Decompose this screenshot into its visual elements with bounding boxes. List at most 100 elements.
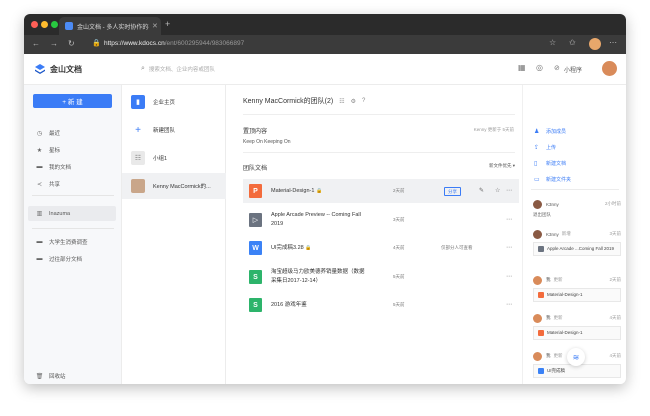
word-file-icon: W xyxy=(249,241,262,255)
reload-icon[interactable]: ↻ xyxy=(68,39,75,48)
file-row[interactable]: S 淘宝超级马力欧美德养销量数据（数据采集日2017-12-14） 5天前 ⋯ xyxy=(243,263,519,291)
favicon-icon xyxy=(65,22,73,30)
help-icon[interactable]: ? xyxy=(362,98,365,104)
avatar xyxy=(533,229,542,239)
plus-icon: + xyxy=(135,124,141,136)
activity-card-text: Material-Design-1 xyxy=(547,330,583,335)
activity-file-card[interactable]: UI完成稿 xyxy=(533,364,621,378)
sidebar-folder-survey[interactable]: ▬ 大学生消费调查 xyxy=(35,238,88,246)
minimize-window-button[interactable] xyxy=(41,21,48,28)
sidebar-item-trash[interactable]: 🗑 回收站 xyxy=(35,372,66,381)
sidebar-item-label: 大学生消费调查 xyxy=(49,240,88,246)
action-label: 上传 xyxy=(546,145,557,151)
file-name-text: UI完成稿3.28 xyxy=(271,245,304,251)
file-name: UI完成稿3.28 🔒 xyxy=(271,244,363,253)
apps-grid-icon[interactable]: ▦ xyxy=(518,63,526,72)
team-item-label: 新建团队 xyxy=(153,128,176,134)
more-icon[interactable]: ⋯ xyxy=(506,301,512,308)
mini-program-link[interactable]: 小程序 xyxy=(564,65,582,74)
activity-card-text: UI完成稿 xyxy=(547,368,565,373)
share-button[interactable]: 分享 xyxy=(444,187,461,196)
upload-action[interactable]: ⇪ 上传 xyxy=(534,144,556,151)
more-icon[interactable]: ⋯ xyxy=(506,187,512,194)
floating-help-button[interactable]: ≋ xyxy=(567,348,585,366)
team-item-label: 小组1 xyxy=(153,156,168,162)
sheet-file-icon: S xyxy=(249,270,262,284)
team-item-new-team[interactable]: + 新建团队 xyxy=(122,117,226,143)
favorites-icon[interactable]: ✩ xyxy=(569,38,576,47)
right-panel: ♟ 添加成员 ⇪ 上传 ▯ 新建文档 ▭ 新建文件夹 K3nny 2小时前 退出团队 K3… xyxy=(522,85,626,384)
sidebar-item-recent[interactable]: ◷ 最近 xyxy=(35,129,60,138)
user-avatar[interactable] xyxy=(602,61,617,76)
new-doc-action[interactable]: ▯ 新建文档 xyxy=(534,160,566,167)
browser-profile-avatar[interactable] xyxy=(589,38,601,50)
more-icon[interactable]: ⋯ xyxy=(506,244,512,251)
file-row[interactable]: W UI完成稿3.28 🔒 4天前 仅部分人可查看 ⋯ xyxy=(243,236,519,260)
more-menu-icon[interactable]: ⋯ xyxy=(609,38,617,47)
team-item-label: 企业主页 xyxy=(153,100,176,106)
sort-select[interactable]: 新文件优先 ▾ xyxy=(489,163,515,169)
browser-tab[interactable]: 金山文档 - 多人实时协作的在线 ✕ xyxy=(59,17,161,35)
search-icon: ⌕ xyxy=(141,65,145,72)
activity-item: 我更新 4天前 Material-Design-1 xyxy=(533,313,621,340)
file-date: 5天前 xyxy=(393,274,405,279)
sidebar-item-workspace[interactable]: ▥ Inazuma xyxy=(28,206,116,221)
sidebar-item-my-docs[interactable]: ▬ 我的文档 xyxy=(35,163,72,171)
close-tab-icon[interactable]: ✕ xyxy=(152,22,158,30)
sidebar: + 新 建 ◷ 最近 ★ 星标 ▬ 我的文档 ≺ 共享 ▥ Inazuma ▬ 大学生消费调… xyxy=(24,85,122,384)
lock-icon: 🔒 xyxy=(315,188,323,194)
file-date: 3天前 xyxy=(393,217,405,222)
back-icon[interactable]: ← xyxy=(32,39,40,48)
edit-icon[interactable]: ✎ xyxy=(479,187,484,194)
main-content: Kenny MacCormick的团队(2) ☷ ⚙ ? 置顶内容 Kenny … xyxy=(226,85,522,384)
star-icon: ★ xyxy=(36,147,43,154)
new-tab-icon[interactable]: + xyxy=(165,19,170,29)
team-item-kenny[interactable]: Kenny MacCormick的... xyxy=(122,173,226,199)
add-member-action[interactable]: ♟ 添加成员 xyxy=(534,128,566,135)
upload-icon: ⇪ xyxy=(534,145,540,151)
team-item-enterprise-home[interactable]: ▮ 企业主页 xyxy=(122,89,226,115)
new-button[interactable]: + 新 建 xyxy=(33,94,112,108)
more-icon[interactable]: ⋯ xyxy=(506,216,512,223)
url-field[interactable]: https://www.kdocs.cn/ent/600295944/98306… xyxy=(104,40,244,47)
activity-action: 新增 xyxy=(561,231,571,236)
members-icon[interactable]: ☷ xyxy=(339,98,344,105)
ppt-file-icon: P xyxy=(249,184,262,198)
url-path: /ent/600295944/983066897 xyxy=(164,40,245,47)
forward-icon[interactable]: → xyxy=(50,39,58,48)
pinned-text[interactable]: Keep On Keeping On xyxy=(243,139,291,145)
activity-file-card[interactable]: Apple Arcade ...Coming Fall 2019 xyxy=(533,242,621,256)
new-folder-action[interactable]: ▭ 新建文件夹 xyxy=(534,176,571,183)
search-input[interactable]: ⌕ 搜索文档、企业内容或团队 xyxy=(141,62,291,76)
folder-icon: ▬ xyxy=(36,256,43,262)
brand-name: 金山文档 xyxy=(50,65,82,74)
activity-file-card[interactable]: Material-Design-1 xyxy=(533,288,621,302)
bookmark-star-icon[interactable]: ☆ xyxy=(549,38,556,47)
file-row[interactable]: ▷ Apple Arcade Preview -- Coming Fall 20… xyxy=(243,206,519,234)
sidebar-divider xyxy=(32,228,114,229)
lock-icon: 🔒 xyxy=(305,245,312,251)
sidebar-item-starred[interactable]: ★ 星标 xyxy=(35,146,60,155)
file-row[interactable]: P Material-Design-1 🔒 2天前 分享 ✎ ☆ ⋯ xyxy=(243,179,519,203)
mini-program-icon[interactable]: ⊘ xyxy=(554,64,560,72)
close-window-button[interactable] xyxy=(31,21,38,28)
group-icon: ☷ xyxy=(131,151,145,165)
messages-icon[interactable]: ◎ xyxy=(536,63,543,72)
star-icon[interactable]: ☆ xyxy=(495,187,500,194)
maximize-window-button[interactable] xyxy=(51,21,58,28)
settings-icon[interactable]: ⚙ xyxy=(351,98,356,105)
activity-action: 更新 xyxy=(553,277,563,282)
browser-window: 金山文档 - 多人实时协作的在线 ✕ + ← → ↻ 🔒 https://www… xyxy=(24,14,626,384)
activity-file-card[interactable]: Material-Design-1 xyxy=(533,326,621,340)
sidebar-item-shared[interactable]: ≺ 共享 xyxy=(35,180,60,189)
video-file-icon xyxy=(538,246,544,252)
file-row[interactable]: S 2016 游戏年鉴 5天前 ⋯ xyxy=(243,293,519,317)
sidebar-folder-past-docs[interactable]: ▬ 过往部分文档 xyxy=(35,255,83,263)
app-header: 金山文档 ⌕ 搜索文档、企业内容或团队 ▦ ◎ ⊘ 小程序 xyxy=(24,54,626,85)
team-item-group1[interactable]: ☷ 小组1 xyxy=(122,145,226,171)
activity-user: K3nny xyxy=(546,231,559,237)
sheet-file-icon: S xyxy=(249,298,262,312)
activity-item: K3nny 2小时前 退出团队 xyxy=(533,199,621,218)
more-icon[interactable]: ⋯ xyxy=(506,273,512,280)
chat-icon: ≋ xyxy=(572,352,580,362)
